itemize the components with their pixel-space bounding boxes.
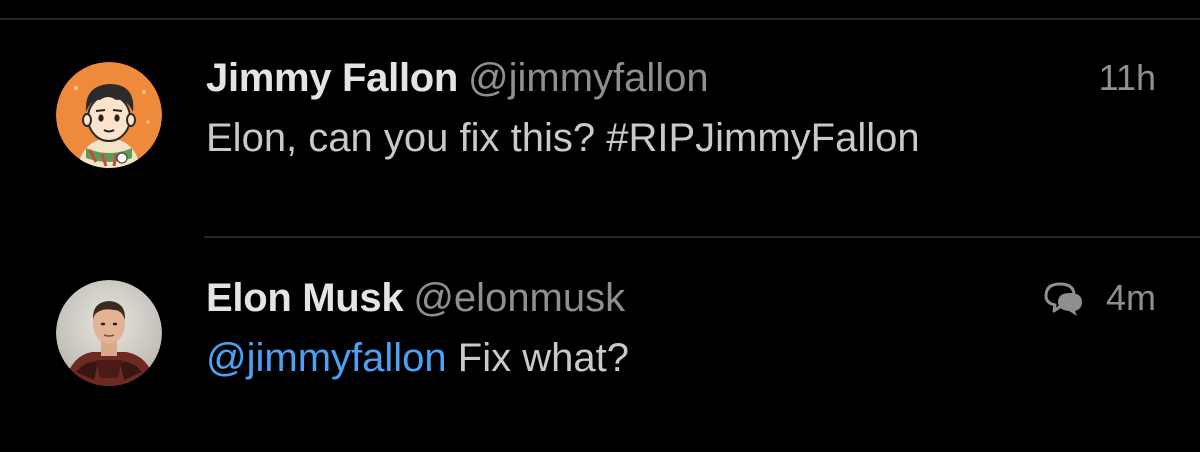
display-name[interactable]: Elon Musk [206, 276, 404, 320]
timestamp: 4m [1105, 277, 1156, 318]
user-handle[interactable]: @elonmusk [413, 276, 625, 320]
tweet-header: Jimmy Fallon @jimmyfallon [206, 52, 709, 104]
speech-bubbles-icon [1044, 282, 1082, 316]
conversation-icon[interactable] [1042, 278, 1086, 318]
tweet-text: Elon, can you fix this? #RIPJimmyFallon [206, 112, 920, 164]
user-handle[interactable]: @jimmyfallon [468, 56, 709, 100]
photo-avatar-icon [56, 280, 162, 386]
timestamp: 11h [1098, 57, 1156, 98]
tweet-divider [204, 236, 1200, 238]
avatar[interactable] [56, 280, 162, 386]
cartoon-avatar-icon [56, 62, 162, 168]
tweet-header: Elon Musk @elonmusk [206, 272, 625, 324]
mention-link[interactable]: @jimmyfallon [206, 336, 447, 380]
tweet-text: @jimmyfallon Fix what? [206, 332, 629, 384]
tweet-body: Fix what? [446, 336, 629, 380]
top-divider [0, 18, 1200, 20]
display-name[interactable]: Jimmy Fallon [206, 56, 458, 100]
tweet-body: Elon, can you fix this? #RIPJimmyFallon [206, 116, 920, 160]
avatar[interactable] [56, 62, 162, 168]
